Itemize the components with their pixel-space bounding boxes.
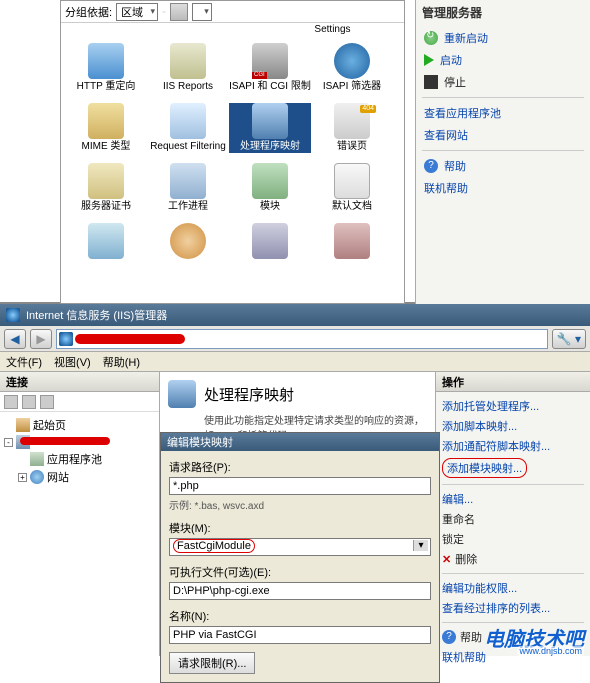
delete-icon: ✕ [442,553,451,566]
menu-bar: 文件(F) 视图(V) 帮助(H) [0,352,590,372]
feature-modules[interactable]: 模块 [229,163,311,213]
watermark-url: www.dnjsb.com [517,646,584,656]
name-label: 名称(N): [169,608,431,624]
settings-label: Settings [61,23,404,35]
request-path-input[interactable] [169,477,431,495]
iis-icon [6,308,20,322]
executable-input[interactable] [169,582,431,600]
edit-module-mapping-dialog: 编辑模块映射 请求路径(P): 示例: *.bas, wsvc.axd 模块(M… [160,432,440,683]
play-icon [424,54,434,66]
feature-request-filtering[interactable]: Request Filtering [147,103,229,153]
action-add-script[interactable]: 添加脚本映射... [442,416,584,436]
feature-default-doc[interactable]: 默认文档 [311,163,393,213]
stop-icon [424,75,438,89]
settings-icon[interactable] [170,3,188,21]
request-restrictions-button[interactable]: 请求限制(R)... [169,652,255,674]
action-help[interactable]: ?帮助 [422,155,584,177]
feature-iis-reports[interactable]: IIS Reports [147,43,229,93]
action-lock[interactable]: 锁定 [442,529,584,549]
collapse-icon[interactable]: - [4,438,13,447]
feature-worker-process[interactable]: 工作进程 [147,163,229,213]
server-icon [59,332,73,346]
feature-mime-types[interactable]: MIME 类型 [65,103,147,153]
module-label: 模块(M): [169,520,431,536]
feature-generic-2[interactable] [147,223,229,261]
group-by-combo[interactable]: 区域 [116,3,158,21]
iis-manager-window: Internet 信息服务 (IIS)管理器 ◀ ▶ 🔧 ▾ 文件(F) 视图(… [0,304,590,656]
tree-sites[interactable]: +网站 [4,468,155,486]
tree-start-page[interactable]: 起始页 [4,416,155,434]
address-bar: ◀ ▶ 🔧 ▾ [0,326,590,352]
feature-isapi-filter[interactable]: ISAPI 筛选器 [311,43,393,93]
handler-mappings-icon [168,380,196,408]
address-field[interactable] [56,329,548,349]
feature-generic-3[interactable] [229,223,311,261]
window-title: Internet 信息服务 (IIS)管理器 [26,307,167,323]
action-stop[interactable]: 停止 [422,71,584,93]
feature-generic-4[interactable] [311,223,393,261]
action-restart[interactable]: 重新启动 [422,27,584,49]
action-start[interactable]: 启动 [422,49,584,71]
address-redacted [75,334,185,344]
action-add-wildcard[interactable]: 添加通配符脚本映射... [442,436,584,456]
action-rename[interactable]: 重命名 [442,509,584,529]
action-add-managed[interactable]: 添加托管处理程序... [442,396,584,416]
help-icon-2: ? [442,630,456,644]
request-path-label: 请求路径(P): [169,459,431,475]
content-title: 处理程序映射 [204,384,294,405]
restart-icon [424,31,438,45]
feature-isapi-cgi[interactable]: ISAPI 和 CGI 限制 [229,43,311,93]
pool-icon [30,452,44,466]
feature-server-cert[interactable]: 服务器证书 [65,163,147,213]
action-view-ordered[interactable]: 查看经过排序的列表... [442,598,584,618]
name-input[interactable] [169,626,431,644]
action-view-app-pools[interactable]: 查看应用程序池 [422,102,584,124]
connections-toolbar [0,392,159,412]
tree-tool-1[interactable] [4,395,18,409]
settings-dropdown[interactable] [192,3,212,21]
group-by-label: 分组依据: [65,4,112,20]
action-online-help[interactable]: 联机帮助 [422,177,584,199]
actions-pane: 操作 添加托管处理程序... 添加脚本映射... 添加通配符脚本映射... 添加… [435,372,590,656]
executable-label: 可执行文件(可选)(E): [169,564,431,580]
menu-file[interactable]: 文件(F) [6,354,42,370]
manage-server-panel: 管理服务器 重新启动 启动 停止 查看应用程序池 查看网站 ?帮助 联机帮助 [415,0,590,304]
tree-app-pools[interactable]: 应用程序池 [4,450,155,468]
feature-generic-1[interactable] [65,223,147,261]
action-edit-permissions[interactable]: 编辑功能权限... [442,578,584,598]
tree-server-node[interactable]: - [4,434,155,450]
dialog-title: 编辑模块映射 [161,433,439,451]
globe-icon [30,470,44,484]
request-path-hint: 示例: *.bas, wsvc.axd [169,497,431,512]
home-icon [16,418,30,432]
features-view: 分组依据: 区域 - Settings HTTP 重定向 IIS Reports… [60,0,405,304]
titlebar: Internet 信息服务 (IIS)管理器 [0,304,590,326]
features-toolbar: 分组依据: 区域 - [61,1,404,23]
action-delete[interactable]: ✕删除 [442,549,584,569]
server-node-icon [16,435,30,449]
nav-forward-button: ▶ [30,329,52,349]
actions-header: 操作 [436,372,590,392]
menu-help[interactable]: 帮助(H) [103,354,140,370]
tree-tool-3[interactable] [40,395,54,409]
help-icon: ? [424,159,438,173]
feature-error-pages[interactable]: 错误页 [311,103,393,153]
tree-tool-2[interactable] [22,395,36,409]
action-edit[interactable]: 编辑... [442,489,584,509]
feature-handler-mappings[interactable]: 处理程序映射 [229,103,311,153]
connections-pane: 连接 起始页 - 应用程序池 +网站 [0,372,160,656]
manage-server-title: 管理服务器 [422,4,584,21]
action-view-sites[interactable]: 查看网站 [422,124,584,146]
nav-back-button[interactable]: ◀ [4,329,26,349]
content-pane: 处理程序映射 使用此功能指定处理特定请求类型的响应的资源，如 DLL 和托管代码… [160,372,435,656]
connections-tree: 起始页 - 应用程序池 +网站 [0,412,159,490]
feature-http-redirect[interactable]: HTTP 重定向 [65,43,147,93]
menu-view[interactable]: 视图(V) [54,354,91,370]
address-tools[interactable]: 🔧 ▾ [552,329,586,349]
expand-icon[interactable]: + [18,473,27,482]
features-icon-grid: HTTP 重定向 IIS Reports ISAPI 和 CGI 限制 ISAP… [61,35,404,279]
module-combo[interactable]: FastCgiModule [169,538,431,556]
connections-header: 连接 [0,372,159,392]
action-add-module-mapping[interactable]: 添加模块映射... [442,458,527,478]
